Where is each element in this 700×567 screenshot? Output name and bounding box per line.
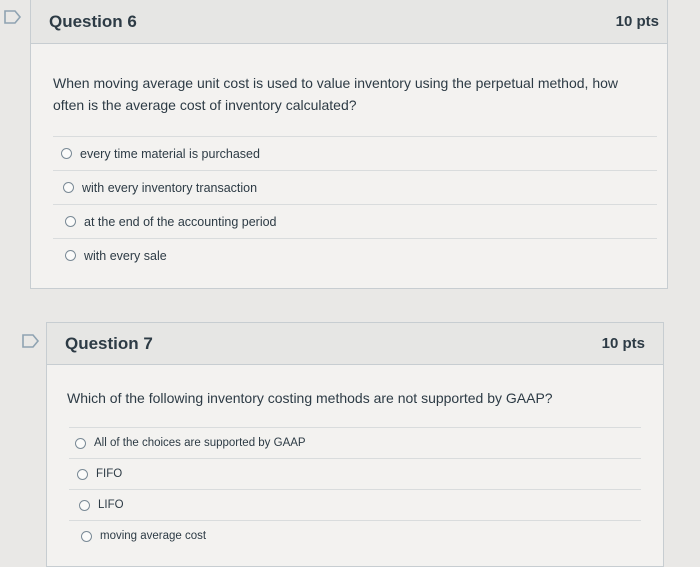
question-6-header: Question 6 10 pts bbox=[31, 0, 667, 44]
answer-label: LIFO bbox=[98, 499, 124, 511]
question-title: Question 6 bbox=[49, 11, 137, 31]
question-title: Question 7 bbox=[65, 333, 153, 353]
question-points: 10 pts bbox=[601, 335, 645, 352]
question-text: Which of the following inventory costing… bbox=[67, 390, 553, 406]
answer-list: All of the choices are supported by GAAP… bbox=[69, 427, 641, 551]
answer-label: at the end of the accounting period bbox=[84, 214, 277, 229]
question-points: 10 pts bbox=[615, 13, 659, 30]
answer-option[interactable]: LIFO bbox=[69, 489, 641, 520]
radio-button-icon[interactable] bbox=[79, 499, 90, 511]
radio-button-icon[interactable] bbox=[77, 468, 88, 480]
answer-label: with every sale bbox=[84, 248, 167, 263]
answer-label: moving average cost bbox=[100, 530, 207, 542]
radio-button-icon[interactable] bbox=[61, 148, 72, 159]
answer-option[interactable]: FIFO bbox=[69, 458, 641, 489]
radio-button-icon[interactable] bbox=[75, 437, 86, 449]
answer-option[interactable]: at the end of the accounting period bbox=[53, 204, 657, 238]
answer-option[interactable]: moving average cost bbox=[69, 520, 641, 551]
question-text: When moving average unit cost is used to… bbox=[53, 75, 618, 113]
question-7-header: Question 7 10 pts bbox=[47, 323, 663, 365]
answer-label: every time material is purchased bbox=[80, 146, 260, 161]
answer-option[interactable]: All of the choices are supported by GAAP bbox=[69, 427, 641, 458]
answer-option[interactable]: every time material is purchased bbox=[53, 136, 657, 170]
flag-question-6-icon[interactable] bbox=[4, 10, 22, 24]
question-6-card: Question 6 10 pts When moving average un… bbox=[30, 0, 668, 289]
answer-label: All of the choices are supported by GAAP bbox=[94, 437, 306, 449]
answer-label: FIFO bbox=[96, 468, 123, 480]
radio-button-icon[interactable] bbox=[63, 182, 74, 193]
radio-button-icon[interactable] bbox=[65, 250, 76, 261]
answer-label: with every inventory transaction bbox=[82, 180, 258, 195]
answer-list: every time material is purchased with ev… bbox=[53, 136, 657, 272]
flag-question-7-icon[interactable] bbox=[22, 334, 40, 348]
answer-option[interactable]: with every inventory transaction bbox=[53, 170, 657, 204]
answer-option[interactable]: with every sale bbox=[53, 238, 657, 272]
question-7-card: Question 7 10 pts Which of the following… bbox=[46, 322, 664, 567]
radio-button-icon[interactable] bbox=[65, 216, 76, 227]
radio-button-icon[interactable] bbox=[81, 530, 92, 542]
